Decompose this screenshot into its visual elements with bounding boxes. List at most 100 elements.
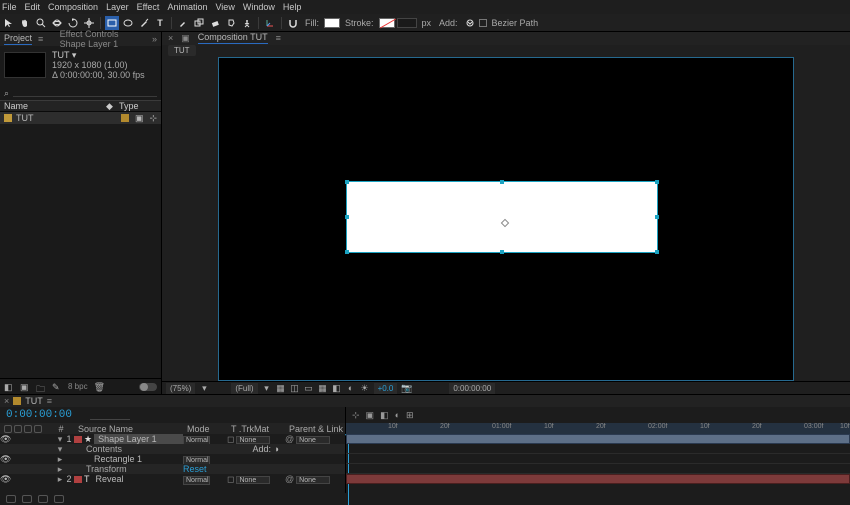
visibility-toggle-icon[interactable]: 👁 bbox=[0, 434, 10, 445]
anchor-tool-icon[interactable] bbox=[82, 16, 96, 30]
menu-edit[interactable]: Edit bbox=[25, 2, 41, 12]
draft3d-icon[interactable]: ▣ bbox=[366, 410, 375, 421]
trkmat-dropdown[interactable]: None bbox=[236, 476, 270, 484]
layer-name[interactable]: Reveal bbox=[92, 474, 184, 484]
new-comp-icon[interactable]: ▣ bbox=[20, 382, 30, 392]
panel-menu-icon[interactable]: ≡ bbox=[38, 34, 43, 44]
video-col-icon[interactable] bbox=[4, 425, 12, 433]
selection-tool-icon[interactable] bbox=[2, 16, 16, 30]
roi-icon[interactable]: ▭ bbox=[304, 383, 314, 394]
menu-effect[interactable]: Effect bbox=[137, 2, 160, 12]
exposure-value[interactable]: +0.0 bbox=[374, 383, 398, 394]
zoom-tool-icon[interactable] bbox=[34, 16, 48, 30]
menu-file[interactable]: File bbox=[2, 2, 17, 12]
dropdown-icon[interactable]: ▾ bbox=[262, 383, 272, 394]
add-menu-icon[interactable] bbox=[463, 16, 477, 30]
trkmat-toggle-icon[interactable]: ◻ bbox=[227, 474, 234, 484]
toggle-modes-icon[interactable] bbox=[22, 495, 32, 503]
stroke-swatch[interactable] bbox=[379, 18, 395, 28]
twirl-icon[interactable]: ▸ bbox=[56, 474, 64, 485]
project-item-thumbnail[interactable] bbox=[4, 52, 46, 78]
lock-col-icon[interactable] bbox=[34, 425, 42, 433]
handle-ml[interactable] bbox=[345, 215, 349, 219]
puppet-tool-icon[interactable] bbox=[240, 16, 254, 30]
panel-menu-icon[interactable]: ≡ bbox=[47, 396, 52, 406]
clone-tool-icon[interactable] bbox=[192, 16, 206, 30]
handle-tr[interactable] bbox=[655, 180, 659, 184]
roto-tool-icon[interactable] bbox=[224, 16, 238, 30]
menu-animation[interactable]: Animation bbox=[167, 2, 207, 12]
handle-bc[interactable] bbox=[500, 250, 504, 254]
graph-editor-icon[interactable]: ⊞ bbox=[406, 410, 414, 421]
layer-bar[interactable] bbox=[346, 474, 850, 484]
panel-grip-icon[interactable]: × bbox=[168, 33, 173, 43]
close-tab-icon[interactable]: × bbox=[4, 396, 9, 406]
rotation-tool-icon[interactable] bbox=[66, 16, 80, 30]
composition-tab[interactable]: Composition TUT bbox=[198, 32, 268, 44]
project-row[interactable]: TUT ▣ ⊹ bbox=[0, 112, 161, 124]
hand-tool-icon[interactable] bbox=[18, 16, 32, 30]
shape-rectangle[interactable] bbox=[347, 182, 657, 252]
bpc-label[interactable]: 8 bpc bbox=[68, 382, 88, 391]
comp-flow-icon[interactable]: ⊹ bbox=[352, 410, 360, 421]
guides-icon[interactable]: ◧ bbox=[332, 383, 342, 394]
breadcrumb[interactable]: TUT bbox=[168, 45, 196, 56]
panel-options-icon[interactable]: » bbox=[152, 34, 157, 44]
trkmat-dropdown[interactable]: None bbox=[236, 436, 270, 444]
grid-icon[interactable]: ▦ bbox=[318, 383, 328, 394]
menu-layer[interactable]: Layer bbox=[106, 2, 129, 12]
rectangle-item[interactable]: Rectangle 1 bbox=[82, 454, 183, 464]
timeline-tab[interactable]: TUT bbox=[25, 396, 43, 406]
layer-row[interactable]: ▾ Contents Add: ◑ bbox=[0, 444, 345, 454]
visibility-toggle-icon[interactable]: 👁 bbox=[0, 454, 10, 465]
solo-col-icon[interactable] bbox=[24, 425, 32, 433]
toggle-in-out-icon[interactable] bbox=[38, 495, 48, 503]
toggle-transparency-icon[interactable]: ▦ bbox=[276, 383, 286, 394]
label-color[interactable] bbox=[74, 476, 82, 483]
handle-bl[interactable] bbox=[345, 250, 349, 254]
eraser-tool-icon[interactable] bbox=[208, 16, 222, 30]
adjust-icon[interactable]: ✎ bbox=[52, 382, 62, 392]
layer-name[interactable]: Shape Layer 1 bbox=[94, 434, 183, 444]
visibility-toggle-icon[interactable]: 👁 bbox=[0, 474, 10, 485]
column-type[interactable]: Type bbox=[119, 101, 139, 111]
handle-tl[interactable] bbox=[345, 180, 349, 184]
new-folder-icon[interactable]: 🗀 bbox=[36, 382, 46, 392]
pen-tool-icon[interactable] bbox=[137, 16, 151, 30]
trash-icon[interactable]: 🗑 bbox=[94, 382, 104, 392]
handle-tc[interactable] bbox=[500, 180, 504, 184]
bezier-checkbox[interactable] bbox=[479, 19, 487, 27]
interpret-footage-icon[interactable]: ◧ bbox=[4, 382, 14, 392]
toggle-mask-icon[interactable]: ◫ bbox=[290, 383, 300, 394]
zoom-dropdown[interactable]: (75%) bbox=[166, 383, 195, 394]
project-search[interactable]: ⌕ bbox=[4, 86, 157, 100]
layer-row[interactable]: 👁 ▸ Rectangle 1 Normal bbox=[0, 454, 345, 464]
snapshot-icon[interactable]: 📷 bbox=[401, 383, 411, 394]
menu-help[interactable]: Help bbox=[283, 2, 302, 12]
composition-viewer[interactable] bbox=[218, 57, 794, 381]
parent-dropdown[interactable]: None bbox=[296, 436, 330, 444]
add-menu-icon[interactable]: ◑ bbox=[274, 444, 279, 454]
pickwhip-icon[interactable]: @ bbox=[285, 434, 294, 444]
resolution-dropdown[interactable]: (Full) bbox=[231, 383, 257, 394]
label-color[interactable] bbox=[74, 436, 82, 443]
ellipse-tool-icon[interactable] bbox=[121, 16, 135, 30]
timeline-search[interactable] bbox=[90, 410, 130, 420]
stroke-width-input[interactable] bbox=[397, 18, 417, 28]
menu-composition[interactable]: Composition bbox=[48, 2, 98, 12]
menu-window[interactable]: Window bbox=[243, 2, 275, 12]
handle-mr[interactable] bbox=[655, 215, 659, 219]
orbit-tool-icon[interactable] bbox=[50, 16, 64, 30]
pickwhip-icon[interactable]: @ bbox=[285, 474, 294, 484]
brush-tool-icon[interactable] bbox=[176, 16, 190, 30]
project-tab[interactable]: Project bbox=[4, 33, 32, 45]
fill-swatch[interactable] bbox=[324, 18, 340, 28]
rectangle-tool-icon[interactable] bbox=[105, 16, 119, 30]
layer-row[interactable]: ▸ Transform Reset bbox=[0, 464, 345, 474]
local-axis-icon[interactable] bbox=[263, 16, 277, 30]
menu-view[interactable]: View bbox=[215, 2, 234, 12]
reset-exposure-icon[interactable]: ☀ bbox=[360, 383, 370, 394]
type-tool-icon[interactable]: T bbox=[153, 16, 167, 30]
column-name[interactable]: Name bbox=[4, 101, 28, 111]
layer-bar[interactable] bbox=[346, 434, 850, 444]
